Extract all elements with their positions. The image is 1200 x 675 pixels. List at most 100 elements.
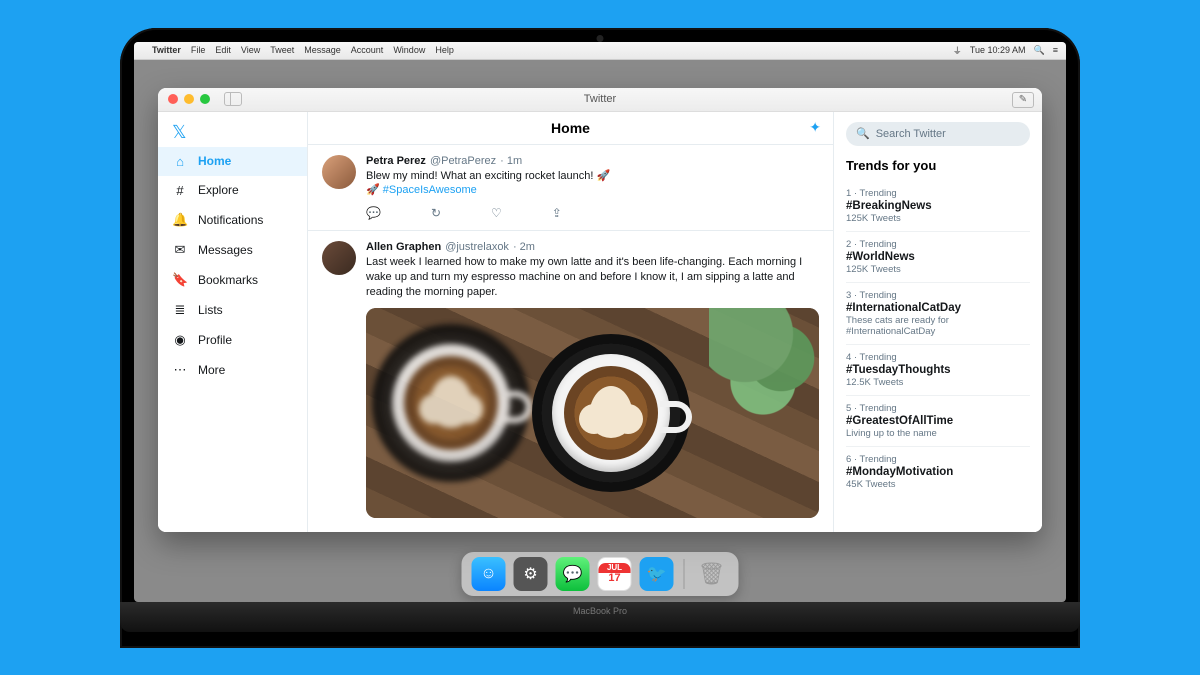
- envelope-icon: ✉: [172, 242, 188, 258]
- menubar-app[interactable]: Twitter: [152, 45, 181, 55]
- sidebar-item-label: Lists: [198, 303, 223, 317]
- feed: Home ✦ Petra Perez @PetraPerez · 1m: [308, 112, 834, 532]
- sidebar-item-label: Home: [198, 154, 231, 168]
- spotlight-icon[interactable]: 🔍: [1034, 45, 1045, 56]
- home-icon: ⌂: [172, 154, 188, 169]
- trend-item[interactable]: 1 · Trending#BreakingNews125K Tweets: [846, 181, 1030, 231]
- tweet-text: Blew my mind! What an exciting rocket la…: [366, 169, 819, 199]
- trend-count: Living up to the name: [846, 428, 1030, 439]
- window-content: 𝕏 ⌂ Home # Explore 🔔Notifications ✉ Message…: [158, 112, 1042, 532]
- sidebar-item-notifications[interactable]: 🔔Notifications: [158, 205, 307, 235]
- sidebar-item-explore[interactable]: # Explore: [158, 176, 307, 205]
- sidebar-item-home[interactable]: ⌂ Home: [158, 147, 307, 176]
- trends-panel: Trends for you 1 · Trending#BreakingNews…: [846, 158, 1030, 497]
- tweet-author-name[interactable]: Petra Perez: [366, 155, 426, 167]
- menubar-item[interactable]: Tweet: [270, 45, 294, 55]
- tweet-author-handle[interactable]: @justrelaxok: [445, 241, 509, 253]
- list-icon: ≣: [172, 302, 188, 318]
- trend-meta: 5 · Trending: [846, 403, 1030, 414]
- tweet-body: Allen Graphen @justrelaxok · 2m Last wee…: [366, 241, 819, 518]
- sidebar-item-label: More: [198, 363, 225, 377]
- sidebar-item-label: Explore: [198, 183, 239, 197]
- retweet-button[interactable]: ↻: [431, 206, 441, 220]
- trend-meta: 3 · Trending: [846, 290, 1030, 301]
- reply-button[interactable]: 💬: [366, 206, 381, 220]
- sidebar-item-label: Notifications: [198, 213, 263, 227]
- tweet-image[interactable]: [366, 308, 819, 518]
- twitter-window: Twitter ✎ 𝕏 ⌂ Home # Explore 🔔Notification…: [158, 88, 1042, 532]
- tweet[interactable]: Allen Graphen @justrelaxok · 2m Last wee…: [308, 231, 833, 528]
- menubar-item[interactable]: View: [241, 45, 260, 55]
- dock-separator: [684, 559, 685, 589]
- menubar-item[interactable]: Account: [351, 45, 384, 55]
- trend-item[interactable]: 4 · Trending#TuesdayThoughts12.5K Tweets: [846, 344, 1030, 395]
- window-title: Twitter: [158, 93, 1042, 105]
- trend-item[interactable]: 6 · Trending#MondayMotivation45K Tweets: [846, 446, 1030, 497]
- sidebar-item-label: Messages: [198, 243, 253, 257]
- right-rail: 🔍 Search Twitter Trends for you 1 · Tren…: [834, 112, 1042, 532]
- sidebar-item-bookmarks[interactable]: 🔖Bookmarks: [158, 265, 307, 295]
- menubar-item[interactable]: Help: [435, 45, 454, 55]
- dock-app-messages[interactable]: 💬: [556, 557, 590, 591]
- dock-app-settings[interactable]: ⚙: [514, 557, 548, 591]
- avatar[interactable]: [322, 155, 356, 189]
- feed-header: Home ✦: [308, 112, 833, 145]
- top-tweets-icon[interactable]: ✦: [809, 119, 821, 136]
- bookmark-icon: 🔖: [172, 272, 188, 288]
- screen: Twitter File Edit View Tweet Message Acc…: [134, 42, 1066, 602]
- hashtag-link[interactable]: #SpaceIsAwesome: [383, 184, 477, 196]
- explore-icon: #: [172, 183, 188, 198]
- trend-count: 45K Tweets: [846, 479, 1030, 490]
- trend-count: 125K Tweets: [846, 213, 1030, 224]
- like-button[interactable]: ♡: [491, 206, 502, 220]
- window-titlebar[interactable]: Twitter ✎: [158, 88, 1042, 112]
- trends-title: Trends for you: [846, 158, 1030, 173]
- twitter-logo-icon[interactable]: 𝕏: [158, 118, 307, 147]
- dock-trash[interactable]: 🗑: [695, 557, 729, 591]
- avatar[interactable]: [322, 241, 356, 275]
- trend-item[interactable]: 5 · Trending#GreatestOfAllTimeLiving up …: [846, 395, 1030, 446]
- wifi-icon[interactable]: ⏚: [953, 44, 962, 57]
- tweet-time: · 1m: [500, 155, 522, 167]
- share-button[interactable]: ⇪: [552, 206, 562, 220]
- dock-app-calendar[interactable]: JUL17: [598, 557, 632, 591]
- sidebar-item-lists[interactable]: ≣ Lists: [158, 295, 307, 325]
- dock-app-finder[interactable]: ☺: [472, 557, 506, 591]
- sidebar-item-messages[interactable]: ✉ Messages: [158, 235, 307, 265]
- trend-meta: 4 · Trending: [846, 352, 1030, 363]
- trend-meta: 6 · Trending: [846, 454, 1030, 465]
- trend-count: 12.5K Tweets: [846, 377, 1030, 388]
- tweet-author-handle[interactable]: @PetraPerez: [430, 155, 496, 167]
- trend-item[interactable]: 2 · Trending#WorldNews125K Tweets: [846, 231, 1030, 282]
- trend-tag: #TuesdayThoughts: [846, 364, 1030, 376]
- dock: ☺ ⚙ 💬 JUL17 🐦 🗑: [462, 552, 739, 596]
- trend-tag: #MondayMotivation: [846, 466, 1030, 478]
- trend-meta: 1 · Trending: [846, 188, 1030, 199]
- search-icon: 🔍: [856, 127, 870, 140]
- menubar-clock[interactable]: Tue 10:29 AM: [970, 45, 1026, 55]
- tweet[interactable]: Petra Perez @PetraPerez · 1m Blew my min…: [308, 145, 833, 232]
- sidebar-item-more[interactable]: ⋯ More: [158, 355, 307, 385]
- tweet-text: Last week I learned how to make my own l…: [366, 255, 819, 300]
- menubar-item[interactable]: Edit: [215, 45, 231, 55]
- trend-item[interactable]: 3 · Trending#InternationalCatDayThese ca…: [846, 282, 1030, 344]
- menubar-item[interactable]: Message: [304, 45, 341, 55]
- trend-meta: 2 · Trending: [846, 239, 1030, 250]
- control-center-icon[interactable]: ≡: [1053, 45, 1058, 55]
- menubar-item[interactable]: File: [191, 45, 206, 55]
- sidebar-item-profile[interactable]: ◉Profile: [158, 325, 307, 355]
- feed-title: Home: [551, 120, 590, 136]
- trend-count: 125K Tweets: [846, 264, 1030, 275]
- trend-tag: #GreatestOfAllTime: [846, 415, 1030, 427]
- compose-tweet-button[interactable]: ✎: [1012, 92, 1034, 108]
- camera: [597, 35, 604, 42]
- menubar-item[interactable]: Window: [393, 45, 425, 55]
- profile-icon: ◉: [172, 332, 188, 348]
- dock-app-twitter[interactable]: 🐦: [640, 557, 674, 591]
- tweet-time: · 2m: [513, 241, 535, 253]
- tweet-actions: 💬 ↻ ♡ ⇪: [366, 206, 819, 220]
- more-icon: ⋯: [172, 362, 188, 378]
- tweet-author-name[interactable]: Allen Graphen: [366, 241, 441, 253]
- tweet-body: Petra Perez @PetraPerez · 1m Blew my min…: [366, 155, 819, 221]
- search-input[interactable]: 🔍 Search Twitter: [846, 122, 1030, 146]
